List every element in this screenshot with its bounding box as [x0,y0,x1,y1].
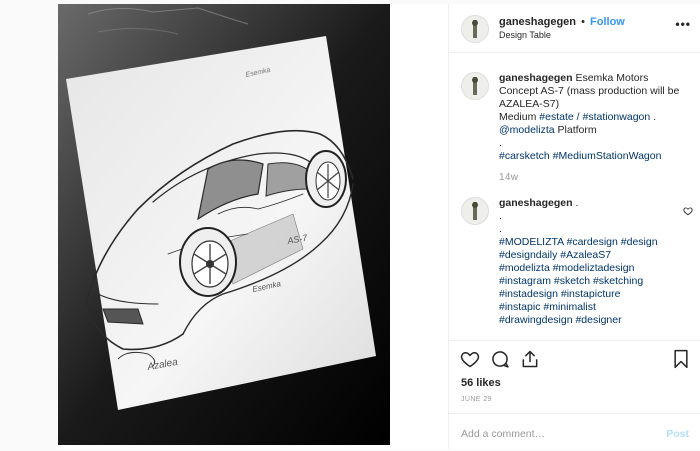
caption-timestamp[interactable]: 14w [499,171,689,184]
avatar[interactable] [461,15,489,43]
header-username[interactable]: ganeshagegen [499,16,576,28]
caption-medium: Medium [499,111,537,123]
hashtag-estate[interactable]: #estate [539,111,573,123]
post-card: Esemka Azalea AS-7 Esemka ganeshagegen •… [58,4,700,449]
comment-bubble-icon[interactable] [490,349,510,374]
comment-hashtags[interactable]: #modelizta #modeliztadesign [499,262,634,274]
bookmark-icon[interactable] [672,349,690,374]
header-separator: • [581,16,585,28]
rear-wheel-drawing [305,150,347,208]
comment-hashtags[interactable]: #designdaily #AzaleaS7 [499,249,611,261]
person-avatar-icon [462,198,488,224]
location-link[interactable]: Design Table [499,30,551,40]
likes-count[interactable]: 56 likes [461,377,501,389]
comment-dot: . [499,223,502,235]
avatar[interactable] [461,72,489,100]
hashtag-slash: / [576,111,580,123]
comment-hashtags[interactable]: #drawingdesign #designer [499,314,622,326]
caption-username[interactable]: ganeshagegen [499,72,573,84]
follow-button[interactable]: Follow [590,16,625,28]
comments-list[interactable]: ganeshagegen Esemka Motors Concept AS-7 … [449,52,700,340]
post-date: JUNE 29 [461,396,492,403]
like-heart-icon[interactable] [460,349,480,374]
car-sketch-image: Esemka Azalea AS-7 Esemka [58,4,390,445]
comment-username[interactable]: ganeshagegen [499,197,573,209]
header-user-line: ganeshagegen • Follow [499,16,625,28]
list-item: ganeshagegen . . . #MODELIZTA #cardesign… [461,197,693,340]
comment-text: ganeshagegen . . . #MODELIZTA #cardesign… [499,197,689,327]
comment-first-text: . [575,197,579,209]
comment-dot: . [499,210,502,222]
comment-hashtags[interactable]: #MODELIZTA #cardesign #design [499,236,658,248]
caption-comment: ganeshagegen Esemka Motors Concept AS-7 … [461,72,693,183]
share-icon[interactable] [520,349,540,374]
caption-dot-line: . [499,137,502,149]
post-actions: 56 likes JUNE 29 Add a comment… Post [449,340,700,450]
post-comment-button[interactable]: Post [666,428,689,440]
person-avatar-icon [462,16,488,42]
hashtag-stationwagon[interactable]: #stationwagon [583,111,651,123]
add-comment-bar: Add a comment… Post [449,413,700,451]
mention-modelizta[interactable]: @modelizta [499,124,555,136]
post-side-panel: ganeshagegen • Follow Design Table ••• g… [448,4,700,449]
more-options-icon[interactable]: ••• [675,17,691,31]
caption-period: . [653,111,657,123]
comment-hashtags[interactable]: #instapic #minimalist [499,301,596,313]
caption-text: ganeshagegen Esemka Motors Concept AS-7 … [499,72,689,184]
comment-input[interactable]: Add a comment… [461,428,545,440]
front-wheel-drawing [179,227,237,297]
comment-hashtags[interactable]: #instadesign #instapicture [499,288,620,300]
like-comment-heart-icon[interactable] [683,203,693,221]
avatar[interactable] [461,197,489,225]
person-avatar-icon [462,73,488,99]
post-header: ganeshagegen • Follow Design Table ••• [449,4,700,53]
caption-hashtags[interactable]: #carsketch #MediumStationWagon [499,150,661,162]
comment-hashtags[interactable]: #instagram #sketch #sketching [499,275,643,287]
caption-platform: Platform [557,124,597,136]
post-photo[interactable]: Esemka Azalea AS-7 Esemka [58,4,390,445]
